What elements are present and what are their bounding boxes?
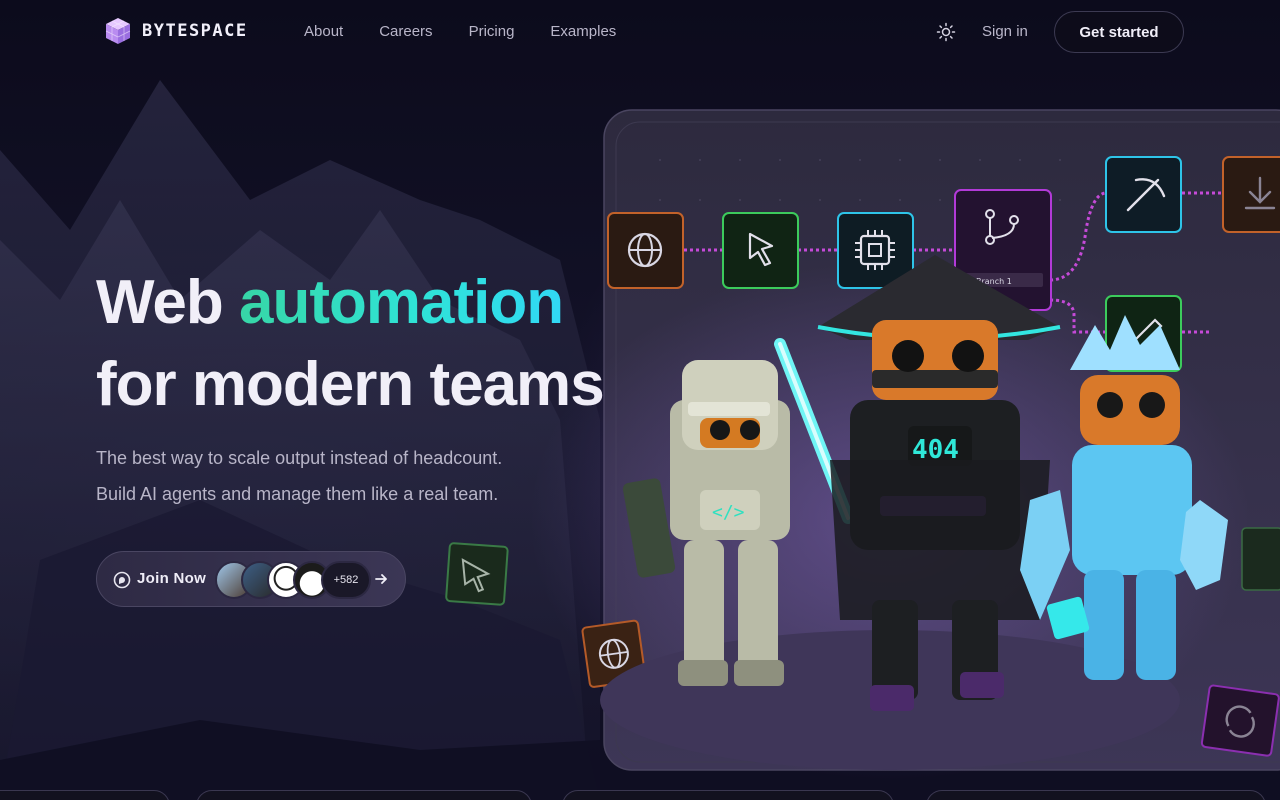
workflow-node-globe bbox=[607, 212, 684, 289]
get-started-button[interactable]: Get started bbox=[1054, 11, 1184, 53]
floating-refresh-tile bbox=[1200, 684, 1280, 757]
workflow-node-pickaxe bbox=[1105, 156, 1182, 233]
svg-text:</>: </> bbox=[712, 502, 745, 523]
hero-illustration: Branch 1 </> 404 bbox=[445, 109, 1280, 780]
brand-name: BYTESPACE bbox=[142, 21, 248, 41]
member-avatars: +582 bbox=[215, 561, 371, 599]
workflow-node-download bbox=[1222, 156, 1280, 233]
brand-logo[interactable]: BYTESPACE bbox=[104, 16, 248, 46]
workflow-node-cursor bbox=[722, 212, 799, 289]
nav-link-pricing[interactable]: Pricing bbox=[469, 23, 515, 40]
bottom-cards-peek bbox=[0, 790, 1280, 800]
nav-link-careers[interactable]: Careers bbox=[379, 23, 432, 40]
join-now-label: Join Now bbox=[137, 570, 207, 587]
bottom-card bbox=[196, 790, 532, 800]
chat-bubble-icon bbox=[113, 571, 131, 589]
sign-in-link[interactable]: Sign in bbox=[982, 23, 1028, 40]
hero-title-word: Web bbox=[96, 268, 224, 337]
join-now-button[interactable]: Join Now +582 bbox=[96, 551, 406, 607]
top-navigation: BYTESPACE About Careers Pricing Examples… bbox=[0, 0, 1280, 64]
bottom-card bbox=[562, 790, 894, 800]
bottom-card bbox=[926, 790, 1266, 800]
floating-cursor-tile bbox=[445, 542, 509, 606]
cube-logo-icon bbox=[105, 18, 131, 44]
floating-list-tile bbox=[1241, 527, 1280, 591]
nav-link-examples[interactable]: Examples bbox=[550, 23, 616, 40]
member-count-badge: +582 bbox=[321, 561, 371, 599]
nav-link-about[interactable]: About bbox=[304, 23, 343, 40]
sun-icon[interactable] bbox=[936, 22, 956, 42]
nav-links: About Careers Pricing Examples bbox=[304, 23, 616, 40]
arrow-right-icon bbox=[375, 574, 387, 584]
bottom-card bbox=[0, 790, 170, 800]
